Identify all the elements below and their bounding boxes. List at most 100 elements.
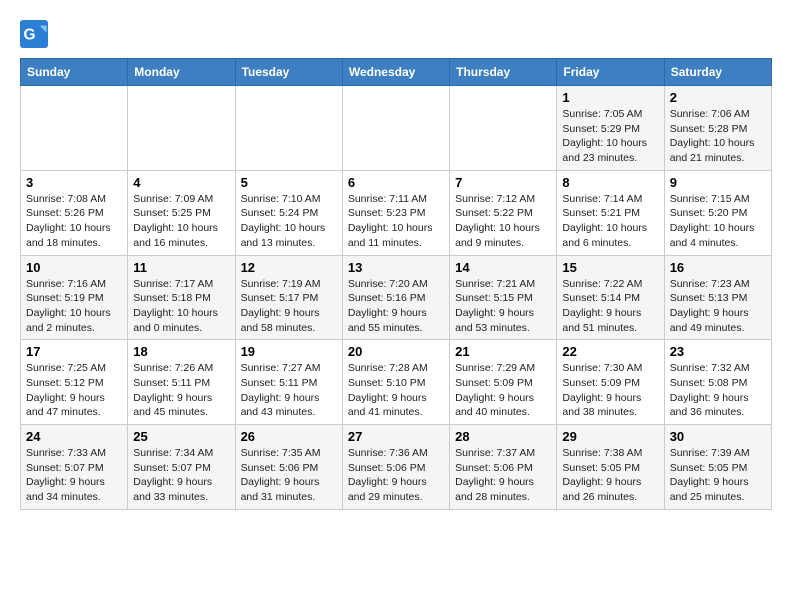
day-number: 24 [26, 429, 122, 444]
day-info: Sunrise: 7:05 AM Sunset: 5:29 PM Dayligh… [562, 107, 658, 166]
calendar-cell: 16 Sunrise: 7:23 AM Sunset: 5:13 PM Dayli… [664, 255, 771, 340]
calendar-header: SundayMondayTuesdayWednesdayThursdayFrid… [21, 59, 772, 86]
calendar-cell: 23 Sunrise: 7:32 AM Sunset: 5:08 PM Dayli… [664, 340, 771, 425]
weekday-header-thursday: Thursday [450, 59, 557, 86]
day-info: Sunrise: 7:23 AM Sunset: 5:13 PM Dayligh… [670, 277, 766, 336]
weekday-header-wednesday: Wednesday [342, 59, 449, 86]
svg-text:G: G [24, 27, 36, 44]
calendar-body: 1 Sunrise: 7:05 AM Sunset: 5:29 PM Daylig… [21, 86, 772, 510]
day-number: 23 [670, 344, 766, 359]
calendar-cell: 29Sunrise: 7:38 AM Sunset: 5:05 PM Dayli… [557, 425, 664, 510]
calendar-cell: 7 Sunrise: 7:12 AM Sunset: 5:22 PM Daylig… [450, 170, 557, 255]
day-info: Sunrise: 7:11 AM Sunset: 5:23 PM Dayligh… [348, 192, 444, 251]
calendar-cell: 6 Sunrise: 7:11 AM Sunset: 5:23 PM Daylig… [342, 170, 449, 255]
day-info: Sunrise: 7:27 AM Sunset: 5:11 PM Dayligh… [241, 361, 337, 420]
calendar-cell [235, 86, 342, 171]
day-number: 9 [670, 175, 766, 190]
calendar-cell: 26 Sunrise: 7:35 AM Sunset: 5:06 PM Dayli… [235, 425, 342, 510]
day-number: 8 [562, 175, 658, 190]
calendar-cell: 30 Sunrise: 7:39 AM Sunset: 5:05 PM Dayli… [664, 425, 771, 510]
calendar-cell: 24 Sunrise: 7:33 AM Sunset: 5:07 PM Dayli… [21, 425, 128, 510]
day-info: Sunrise: 7:19 AM Sunset: 5:17 PM Dayligh… [241, 277, 337, 336]
day-info: Sunrise: 7:25 AM Sunset: 5:12 PM Dayligh… [26, 361, 122, 420]
day-info: Sunrise: 7:08 AM Sunset: 5:26 PM Dayligh… [26, 192, 122, 251]
day-info: Sunrise: 7:10 AM Sunset: 5:24 PM Dayligh… [241, 192, 337, 251]
day-number: 5 [241, 175, 337, 190]
day-number: 7 [455, 175, 551, 190]
day-info: Sunrise: 7:12 AM Sunset: 5:22 PM Dayligh… [455, 192, 551, 251]
calendar-cell: 2Sunrise: 7:06 AM Sunset: 5:28 PM Daylig… [664, 86, 771, 171]
day-info: Sunrise: 7:20 AM Sunset: 5:16 PM Dayligh… [348, 277, 444, 336]
day-info: Sunrise: 7:33 AM Sunset: 5:07 PM Dayligh… [26, 446, 122, 505]
calendar-cell: 4Sunrise: 7:09 AM Sunset: 5:25 PM Daylig… [128, 170, 235, 255]
calendar-cell [342, 86, 449, 171]
day-number: 18 [133, 344, 229, 359]
calendar-cell: 27Sunrise: 7:36 AM Sunset: 5:06 PM Dayli… [342, 425, 449, 510]
day-info: Sunrise: 7:34 AM Sunset: 5:07 PM Dayligh… [133, 446, 229, 505]
day-number: 11 [133, 260, 229, 275]
day-number: 19 [241, 344, 337, 359]
calendar-week-row: 1 Sunrise: 7:05 AM Sunset: 5:29 PM Daylig… [21, 86, 772, 171]
calendar-week-row: 10 Sunrise: 7:16 AM Sunset: 5:19 PM Dayli… [21, 255, 772, 340]
calendar-cell: 9 Sunrise: 7:15 AM Sunset: 5:20 PM Daylig… [664, 170, 771, 255]
day-info: Sunrise: 7:17 AM Sunset: 5:18 PM Dayligh… [133, 277, 229, 336]
day-number: 10 [26, 260, 122, 275]
day-info: Sunrise: 7:26 AM Sunset: 5:11 PM Dayligh… [133, 361, 229, 420]
day-info: Sunrise: 7:30 AM Sunset: 5:09 PM Dayligh… [562, 361, 658, 420]
day-number: 21 [455, 344, 551, 359]
day-info: Sunrise: 7:09 AM Sunset: 5:25 PM Dayligh… [133, 192, 229, 251]
day-number: 26 [241, 429, 337, 444]
calendar-week-row: 24 Sunrise: 7:33 AM Sunset: 5:07 PM Dayli… [21, 425, 772, 510]
calendar-cell: 18 Sunrise: 7:26 AM Sunset: 5:11 PM Dayli… [128, 340, 235, 425]
calendar-cell: 3Sunrise: 7:08 AM Sunset: 5:26 PM Daylig… [21, 170, 128, 255]
day-number: 17 [26, 344, 122, 359]
calendar-cell: 20 Sunrise: 7:28 AM Sunset: 5:10 PM Dayli… [342, 340, 449, 425]
day-info: Sunrise: 7:39 AM Sunset: 5:05 PM Dayligh… [670, 446, 766, 505]
calendar-cell: 15Sunrise: 7:22 AM Sunset: 5:14 PM Dayli… [557, 255, 664, 340]
day-info: Sunrise: 7:28 AM Sunset: 5:10 PM Dayligh… [348, 361, 444, 420]
day-info: Sunrise: 7:32 AM Sunset: 5:08 PM Dayligh… [670, 361, 766, 420]
day-number: 29 [562, 429, 658, 444]
day-info: Sunrise: 7:15 AM Sunset: 5:20 PM Dayligh… [670, 192, 766, 251]
calendar-cell: 19 Sunrise: 7:27 AM Sunset: 5:11 PM Dayli… [235, 340, 342, 425]
calendar-cell: 21 Sunrise: 7:29 AM Sunset: 5:09 PM Dayli… [450, 340, 557, 425]
weekday-header-row: SundayMondayTuesdayWednesdayThursdayFrid… [21, 59, 772, 86]
page-header: G [20, 20, 772, 48]
day-number: 1 [562, 90, 658, 105]
weekday-header-friday: Friday [557, 59, 664, 86]
calendar-table: SundayMondayTuesdayWednesdayThursdayFrid… [20, 58, 772, 510]
day-info: Sunrise: 7:22 AM Sunset: 5:14 PM Dayligh… [562, 277, 658, 336]
day-number: 20 [348, 344, 444, 359]
weekday-header-tuesday: Tuesday [235, 59, 342, 86]
weekday-header-sunday: Sunday [21, 59, 128, 86]
day-info: Sunrise: 7:16 AM Sunset: 5:19 PM Dayligh… [26, 277, 122, 336]
calendar-cell: 25 Sunrise: 7:34 AM Sunset: 5:07 PM Dayli… [128, 425, 235, 510]
day-number: 30 [670, 429, 766, 444]
calendar-cell: 12 Sunrise: 7:19 AM Sunset: 5:17 PM Dayli… [235, 255, 342, 340]
day-number: 6 [348, 175, 444, 190]
calendar-cell: 28Sunrise: 7:37 AM Sunset: 5:06 PM Dayli… [450, 425, 557, 510]
day-number: 14 [455, 260, 551, 275]
day-number: 16 [670, 260, 766, 275]
calendar-cell: 11 Sunrise: 7:17 AM Sunset: 5:18 PM Dayli… [128, 255, 235, 340]
calendar-cell [128, 86, 235, 171]
day-info: Sunrise: 7:36 AM Sunset: 5:06 PM Dayligh… [348, 446, 444, 505]
calendar-cell: 5 Sunrise: 7:10 AM Sunset: 5:24 PM Daylig… [235, 170, 342, 255]
calendar-cell: 17 Sunrise: 7:25 AM Sunset: 5:12 PM Dayli… [21, 340, 128, 425]
logo-icon: G [20, 20, 48, 48]
day-number: 2 [670, 90, 766, 105]
day-number: 22 [562, 344, 658, 359]
calendar-cell: 8Sunrise: 7:14 AM Sunset: 5:21 PM Daylig… [557, 170, 664, 255]
day-number: 28 [455, 429, 551, 444]
day-info: Sunrise: 7:21 AM Sunset: 5:15 PM Dayligh… [455, 277, 551, 336]
day-info: Sunrise: 7:35 AM Sunset: 5:06 PM Dayligh… [241, 446, 337, 505]
calendar-cell: 13Sunrise: 7:20 AM Sunset: 5:16 PM Dayli… [342, 255, 449, 340]
calendar-cell [450, 86, 557, 171]
day-number: 25 [133, 429, 229, 444]
calendar-cell: 10 Sunrise: 7:16 AM Sunset: 5:19 PM Dayli… [21, 255, 128, 340]
weekday-header-saturday: Saturday [664, 59, 771, 86]
day-info: Sunrise: 7:29 AM Sunset: 5:09 PM Dayligh… [455, 361, 551, 420]
day-number: 12 [241, 260, 337, 275]
weekday-header-monday: Monday [128, 59, 235, 86]
calendar-week-row: 17 Sunrise: 7:25 AM Sunset: 5:12 PM Dayli… [21, 340, 772, 425]
